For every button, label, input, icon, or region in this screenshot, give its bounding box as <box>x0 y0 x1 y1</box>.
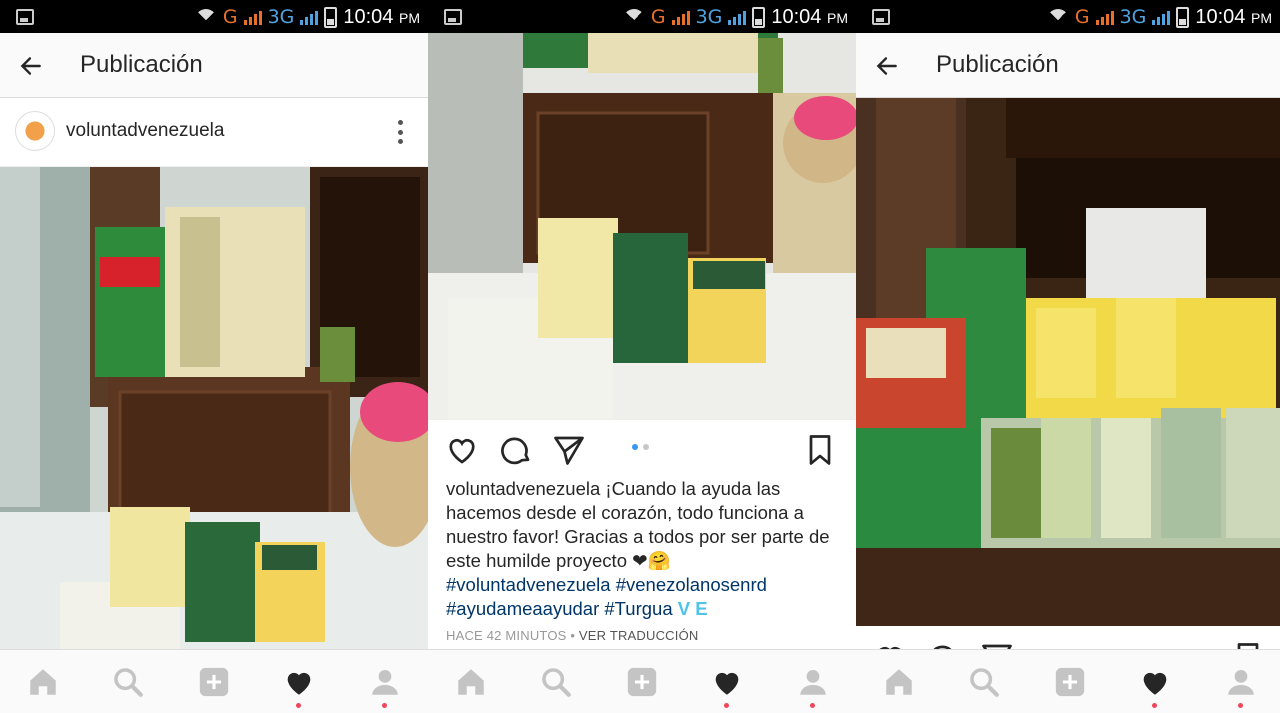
network-type: 3G <box>267 6 295 28</box>
arrow-left-icon[interactable] <box>18 53 44 79</box>
hashtag[interactable]: #ayudameaayudar <box>446 598 599 619</box>
wifi-icon <box>623 9 645 25</box>
bottom-nav <box>428 649 856 713</box>
wifi-icon <box>195 9 217 25</box>
post-username[interactable]: voluntadvenezuela <box>66 120 224 142</box>
send-icon[interactable] <box>551 432 587 468</box>
network-type: 3G <box>695 6 723 28</box>
clock: 10:04 PM <box>1195 5 1272 28</box>
status-bar: G 3G 10:04 PM <box>856 0 1280 33</box>
post-photo[interactable] <box>856 98 1280 626</box>
caption-username[interactable]: voluntadvenezuela <box>446 478 600 499</box>
post-caption: voluntadvenezuela ¡Cuando la ayuda las h… <box>446 477 846 621</box>
profile-tab[interactable] <box>368 665 402 708</box>
avatar[interactable] <box>15 111 55 151</box>
home-icon[interactable] <box>26 665 60 699</box>
clock: 10:04 PM <box>343 5 420 28</box>
post-photo[interactable] <box>0 167 428 650</box>
signal-icon <box>1152 9 1171 25</box>
post-meta: HACE 42 MINUTOS • VER TRADUCCIÓN <box>446 628 699 643</box>
bookmark-icon[interactable] <box>802 432 838 468</box>
activity-tab[interactable] <box>282 665 316 708</box>
gallery-icon <box>16 9 34 25</box>
profile-icon <box>372 669 398 695</box>
signal-icon <box>728 9 747 25</box>
flag-letters: V E <box>677 598 708 619</box>
activity-tab[interactable] <box>1138 665 1172 708</box>
add-icon[interactable] <box>625 665 659 699</box>
search-icon[interactable] <box>967 665 1001 699</box>
more-vertical-icon[interactable] <box>398 120 404 144</box>
screen-1: G 3G 10:04 PM Publicación voluntadvenezu… <box>0 0 428 713</box>
screen-3: G 3G 10:04 PM Publicación <box>856 0 1280 713</box>
notification-dot <box>1152 703 1157 708</box>
heart-outline-icon[interactable] <box>444 432 480 468</box>
signal-icon <box>300 9 319 25</box>
add-icon[interactable] <box>1053 665 1087 699</box>
network-letter: G <box>650 6 666 28</box>
notification-dot <box>724 703 729 708</box>
app-bar: Publicación <box>0 33 428 98</box>
heart-filled-icon <box>287 672 311 695</box>
battery-icon <box>324 6 338 28</box>
hashtag[interactable]: #venezolanosenrd <box>616 574 767 595</box>
arrow-left-icon[interactable] <box>874 53 900 79</box>
app-bar: Publicación <box>856 33 1280 98</box>
gallery-icon <box>872 9 890 25</box>
add-icon[interactable] <box>197 665 231 699</box>
heart-filled-icon <box>1143 672 1167 695</box>
screen-2: G 3G 10:04 PM voluntadvenezuela ¡Cuando … <box>428 0 856 713</box>
wifi-icon <box>1047 9 1069 25</box>
hashtag[interactable]: #Turgua <box>604 598 672 619</box>
post-time: HACE 42 MINUTOS <box>446 628 567 643</box>
signal-icon <box>671 9 690 25</box>
activity-tab[interactable] <box>710 665 744 708</box>
battery-icon <box>752 6 766 28</box>
carousel-indicator <box>632 444 649 450</box>
gallery-icon <box>444 9 462 25</box>
search-icon[interactable] <box>111 665 145 699</box>
comment-icon[interactable] <box>498 432 534 468</box>
notification-dot <box>296 703 301 708</box>
post-photo[interactable] <box>428 33 856 420</box>
see-translation-link[interactable]: VER TRADUCCIÓN <box>579 628 699 643</box>
profile-tab[interactable] <box>796 665 830 708</box>
clock: 10:04 PM <box>771 5 848 28</box>
signal-icon <box>243 9 262 25</box>
battery-icon <box>1176 6 1190 28</box>
notification-dot <box>810 703 815 708</box>
post-actions <box>428 420 856 478</box>
home-icon[interactable] <box>882 665 916 699</box>
bottom-nav <box>0 649 428 713</box>
signal-icon <box>1095 9 1114 25</box>
profile-tab[interactable] <box>1224 665 1258 708</box>
hashtag[interactable]: #voluntadvenezuela <box>446 574 611 595</box>
page-title: Publicación <box>936 51 1059 78</box>
search-icon[interactable] <box>539 665 573 699</box>
bottom-nav <box>856 649 1280 713</box>
heart-filled-icon <box>715 672 739 695</box>
status-bar: G 3G 10:04 PM <box>0 0 428 33</box>
network-type: 3G <box>1119 6 1147 28</box>
network-letter: G <box>1074 6 1090 28</box>
status-bar: G 3G 10:04 PM <box>428 0 856 33</box>
notification-dot <box>1238 703 1243 708</box>
profile-icon <box>800 669 826 695</box>
network-letter: G <box>222 6 238 28</box>
home-icon[interactable] <box>454 665 488 699</box>
post-header: voluntadvenezuela <box>0 98 428 167</box>
page-title: Publicación <box>80 51 203 78</box>
notification-dot <box>382 703 387 708</box>
profile-icon <box>1228 669 1254 695</box>
